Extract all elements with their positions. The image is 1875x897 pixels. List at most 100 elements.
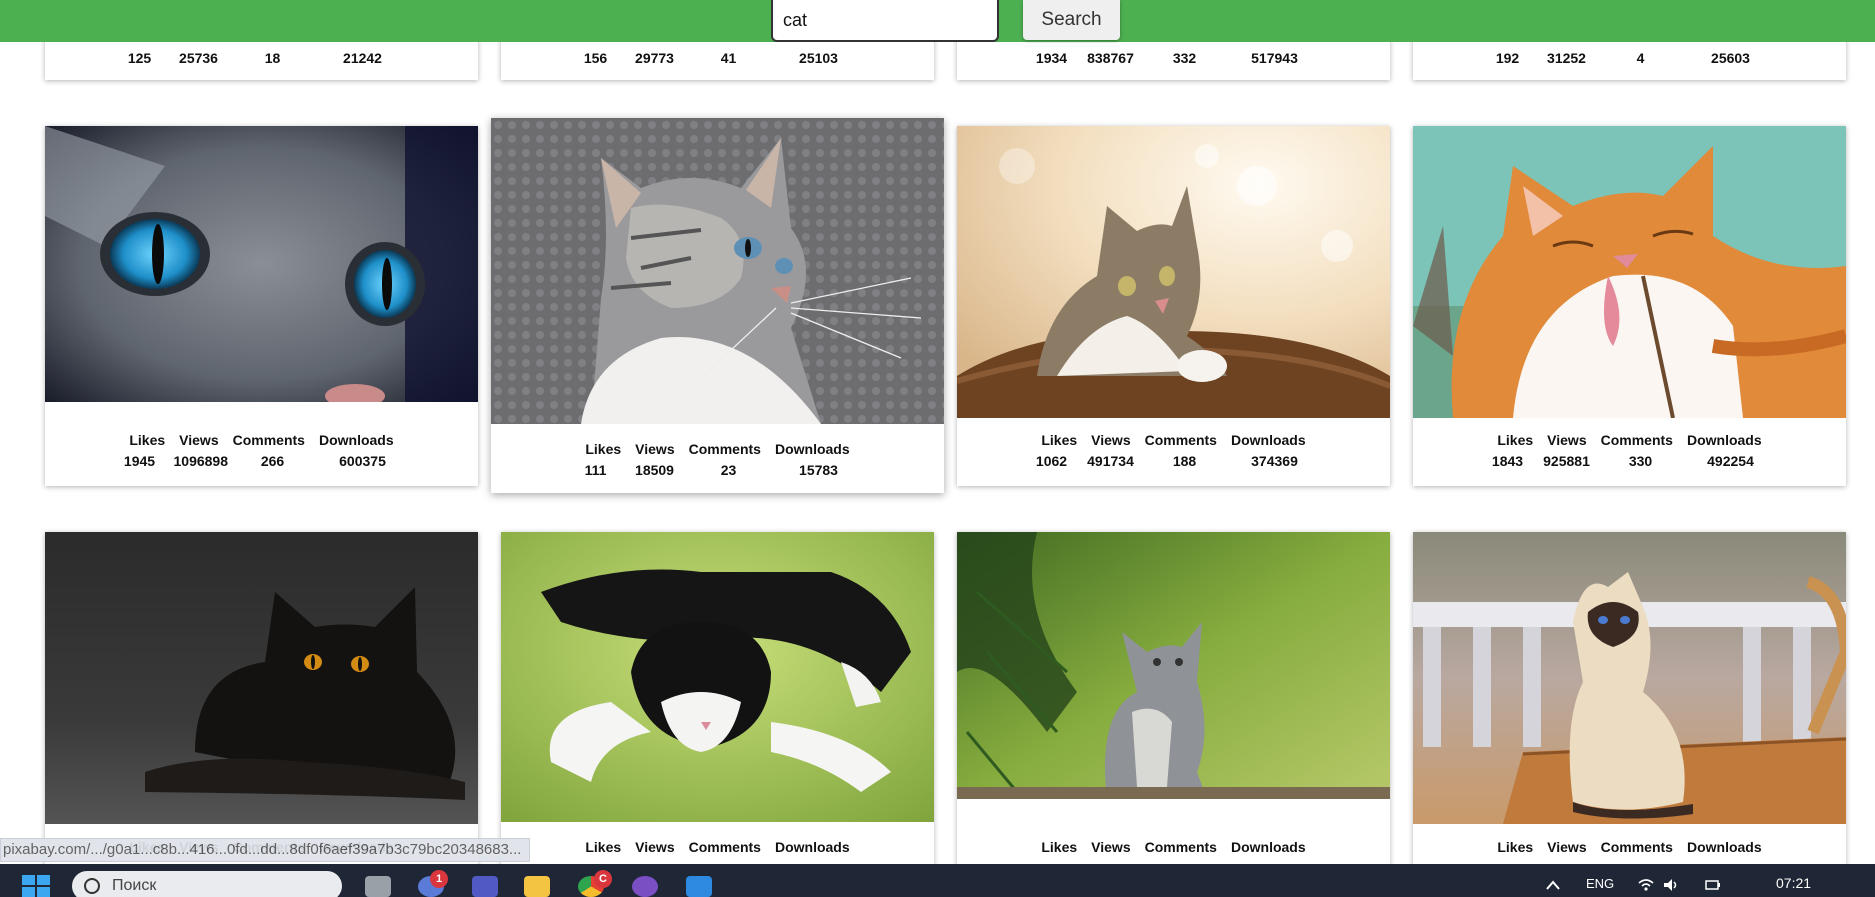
search-input[interactable] xyxy=(771,0,999,42)
image-card[interactable]: Likes Views Comments Downloads 1945 1096… xyxy=(45,126,478,486)
stats-labels: Likes Views Comments Downloads xyxy=(957,837,1390,858)
downloads-value: 492254 xyxy=(1707,453,1754,469)
task-view-icon[interactable] xyxy=(365,876,391,897)
stats-labels: Likes Views Comments Downloads xyxy=(491,439,944,460)
comments-label: Comments xyxy=(232,432,305,448)
stats-labels: Likes Views Comments Downloads xyxy=(1413,837,1846,858)
comments-value: 332 xyxy=(1172,50,1197,66)
views-label: Views xyxy=(635,441,675,457)
search-icon xyxy=(84,878,100,894)
comments-value: 330 xyxy=(1628,453,1653,469)
downloads-label: Downloads xyxy=(774,441,850,457)
downloads-value: 25103 xyxy=(799,50,838,66)
likes-value: 111 xyxy=(584,462,607,478)
views-value: 18509 xyxy=(635,462,674,478)
likes-value: 125 xyxy=(127,50,152,66)
views-value: 925881 xyxy=(1543,453,1590,469)
views-label: Views xyxy=(179,432,219,448)
black-white-cat-sleeping-photo[interactable] xyxy=(501,532,934,822)
comments-value: 266 xyxy=(260,453,285,469)
wifi-icon[interactable] xyxy=(1638,878,1654,892)
views-value: 1096898 xyxy=(173,453,229,469)
chrome-profile-badge: C xyxy=(594,870,612,888)
stats-values: 1843 925881 330 492254 xyxy=(1413,451,1846,472)
clock-time[interactable]: 07:21 xyxy=(1776,875,1811,891)
siamese-cat-photo[interactable] xyxy=(1413,532,1846,824)
likes-label: Likes xyxy=(1041,839,1078,855)
views-label: Views xyxy=(635,839,675,855)
downloads-value: 517943 xyxy=(1251,50,1298,66)
notification-badge: 1 xyxy=(430,870,448,888)
image-card[interactable]: Likes Views Comments Downloads 1843 9258… xyxy=(1413,126,1846,486)
status-bar-url: pixabay.com/.../g0a1...c8b...416...0fd..… xyxy=(0,838,531,862)
chevron-up-icon[interactable] xyxy=(1545,878,1561,892)
views-value: 838767 xyxy=(1087,50,1134,66)
comments-label: Comments xyxy=(688,441,761,457)
kitten-in-grass-photo[interactable] xyxy=(957,532,1390,799)
views-value: 29773 xyxy=(635,50,674,66)
image-card[interactable]: Likes Views Comments Downloads xyxy=(501,532,934,897)
taskbar-search-placeholder: Поиск xyxy=(112,877,157,894)
likes-label: Likes xyxy=(1497,432,1534,448)
stats-labels: Likes Views Comments Downloads xyxy=(957,430,1390,451)
stats-values: 125 25736 18 21242 xyxy=(45,48,478,69)
comments-label: Comments xyxy=(1600,432,1673,448)
comments-label: Comments xyxy=(688,839,761,855)
downloads-label: Downloads xyxy=(1686,839,1762,855)
likes-label: Likes xyxy=(1497,839,1534,855)
vscode-icon[interactable] xyxy=(686,876,712,897)
likes-value: 1934 xyxy=(1035,50,1068,66)
views-label: Views xyxy=(1547,839,1587,855)
likes-label: Likes xyxy=(1041,432,1078,448)
teams-icon[interactable] xyxy=(472,876,498,897)
downloads-value: 600375 xyxy=(339,453,386,469)
likes-label: Likes xyxy=(129,432,166,448)
views-label: Views xyxy=(1547,432,1587,448)
file-explorer-icon[interactable] xyxy=(524,876,550,897)
likes-value: 156 xyxy=(583,50,608,66)
downloads-value: 15783 xyxy=(799,462,838,478)
comments-label: Comments xyxy=(1144,432,1217,448)
image-card[interactable]: Likes Views Comments Downloads 111 18509… xyxy=(491,118,944,493)
search-button[interactable]: Search xyxy=(1023,0,1120,40)
kitten-on-cushion-photo[interactable] xyxy=(957,126,1390,418)
image-card[interactable]: Likes Views Comments Downloads xyxy=(1413,532,1846,897)
taskbar-search-box[interactable]: Поиск xyxy=(72,871,342,897)
comments-value: 41 xyxy=(720,50,737,66)
cat-blue-eyes-photo[interactable] xyxy=(45,126,478,402)
likes-label: Likes xyxy=(585,441,622,457)
stats-labels: Likes Views Comments Downloads xyxy=(501,837,934,858)
views-value: 31252 xyxy=(1547,50,1586,66)
downloads-label: Downloads xyxy=(1230,432,1306,448)
github-desktop-icon[interactable] xyxy=(632,876,658,897)
downloads-value: 374369 xyxy=(1251,453,1298,469)
volume-icon[interactable] xyxy=(1663,878,1679,892)
likes-value: 1843 xyxy=(1491,453,1524,469)
image-card[interactable]: Likes Views Comments Downloads xyxy=(957,532,1390,897)
views-label: Views xyxy=(1091,432,1131,448)
comments-label: Comments xyxy=(1144,839,1217,855)
grey-tabby-cat-photo[interactable] xyxy=(491,118,944,424)
stats-values: 1945 1096898 266 600375 xyxy=(45,451,478,472)
downloads-label: Downloads xyxy=(1686,432,1762,448)
likes-value: 1062 xyxy=(1035,453,1068,469)
comments-value: 4 xyxy=(1636,50,1645,66)
comments-value: 23 xyxy=(720,462,737,478)
stats-values: 156 29773 41 25103 xyxy=(501,48,934,69)
orange-cat-licking-photo[interactable] xyxy=(1413,126,1846,418)
downloads-label: Downloads xyxy=(1230,839,1306,855)
windows-start-icon[interactable] xyxy=(22,875,50,897)
image-card[interactable]: Likes Views Comments Downloads 1062 4917… xyxy=(957,126,1390,486)
comments-value: 188 xyxy=(1172,453,1197,469)
downloads-label: Downloads xyxy=(774,839,850,855)
battery-icon[interactable] xyxy=(1705,878,1721,892)
black-cat-photo[interactable] xyxy=(45,532,478,824)
views-label: Views xyxy=(1091,839,1131,855)
stats-values: 192 31252 4 25603 xyxy=(1413,48,1846,69)
stats-values: 1934 838767 332 517943 xyxy=(957,48,1390,69)
comments-value: 18 xyxy=(264,50,281,66)
stats-values: 111 18509 23 15783 xyxy=(491,460,944,481)
language-indicator[interactable]: ENG xyxy=(1586,876,1614,891)
downloads-value: 25603 xyxy=(1711,50,1750,66)
stats-labels: Likes Views Comments Downloads xyxy=(45,430,478,451)
